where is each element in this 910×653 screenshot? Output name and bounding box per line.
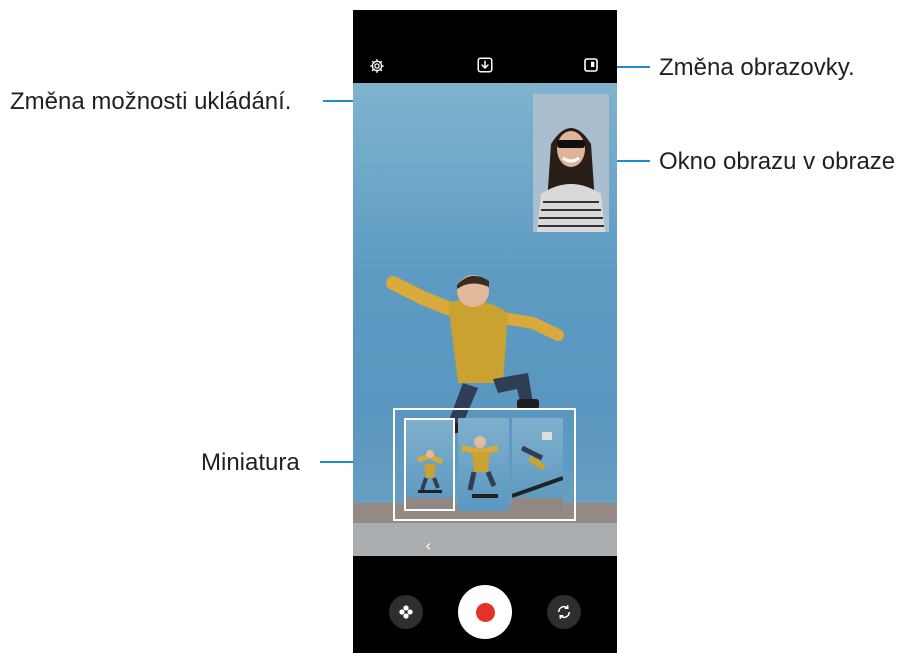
callout-screen-change: Změna obrazovky.: [659, 54, 855, 81]
pip-window[interactable]: [533, 94, 609, 232]
camera-top-bar: [353, 48, 617, 82]
thumbnail-2[interactable]: [458, 418, 509, 511]
collapse-arrow-icon[interactable]: ‹: [425, 536, 431, 555]
download-icon[interactable]: [475, 55, 495, 75]
filter-icon[interactable]: [389, 595, 423, 629]
callout-thumbnail: Miniatura: [201, 449, 300, 476]
gear-icon[interactable]: [367, 56, 387, 76]
record-button[interactable]: [458, 585, 512, 639]
callout-pip-window: Okno obrazu v obraze: [659, 148, 896, 175]
camera-bottom-bar: [353, 556, 617, 653]
callout-save-option: Změna možnosti ukládání.: [10, 88, 292, 115]
thumbnail-3[interactable]: [512, 418, 563, 511]
camera-screen: ‹: [353, 10, 617, 653]
flip-camera-icon[interactable]: [547, 595, 581, 629]
record-dot-icon: [475, 602, 495, 622]
thumbnail-strip[interactable]: [393, 408, 576, 521]
pip-layout-icon[interactable]: [581, 55, 601, 75]
thumbnail-1[interactable]: [404, 418, 455, 511]
camera-viewfinder[interactable]: ‹: [353, 83, 617, 556]
